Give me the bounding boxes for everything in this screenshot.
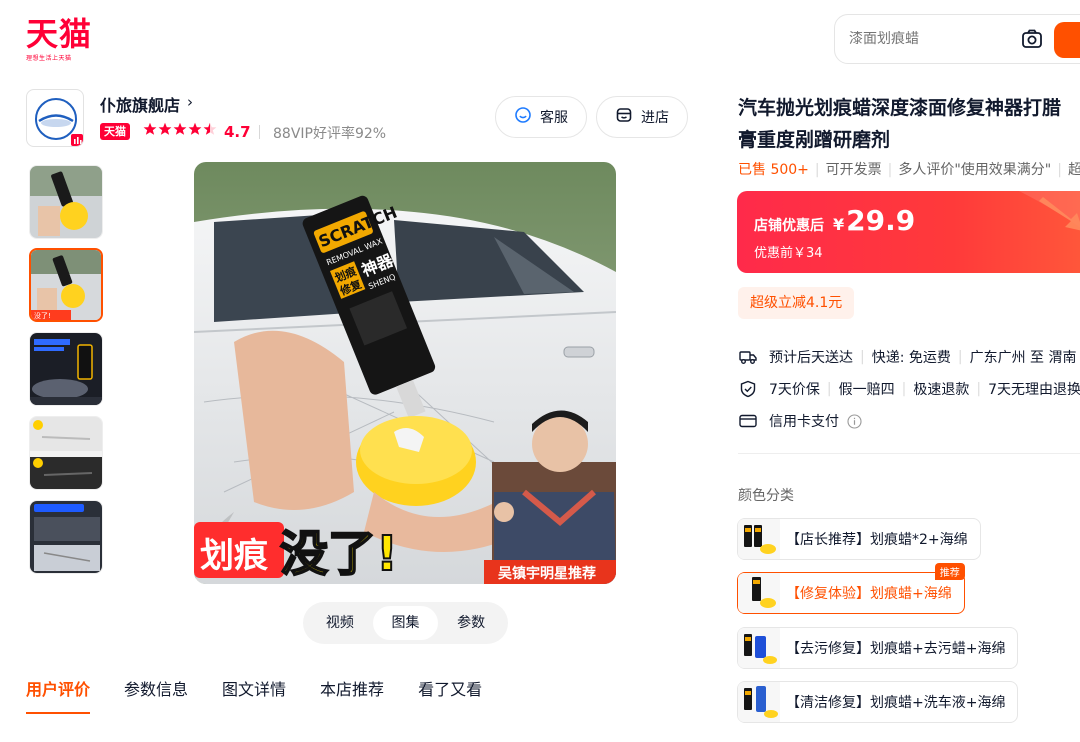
svg-text:没了!: 没了!	[34, 311, 51, 320]
tab-gallery[interactable]: 图集	[372, 606, 439, 640]
star-icon	[173, 122, 187, 135]
search-button[interactable]	[1054, 22, 1080, 58]
price-box: 店铺优惠后 ¥29.9 优惠前￥34	[737, 191, 1080, 273]
divider	[738, 453, 1080, 454]
nav-see-more[interactable]: 看了又看	[418, 676, 482, 714]
customer-service-button[interactable]: 客服	[495, 96, 587, 138]
price-amount: 29.9	[846, 204, 916, 237]
search-input[interactable]	[849, 31, 1009, 47]
sku-label: 【店长推荐】划痕蜡*2+海绵	[786, 532, 968, 548]
nav-detail-images[interactable]: 图文详情	[222, 676, 286, 714]
tab-video[interactable]: 视频	[307, 606, 373, 640]
tab-params[interactable]: 参数	[438, 606, 504, 640]
sku-option-3[interactable]: 【去污修复】划痕蜡+去污蜡+海绵	[737, 627, 1019, 669]
rating-stars	[143, 121, 219, 141]
more-text: 超	[1067, 162, 1080, 178]
product-title: 汽车抛光划痕蜡深度漆面修复神器打腊 膏重度剐蹭研磨剂	[738, 92, 1080, 156]
sku-option-2[interactable]: 【修复体验】划痕蜡+海绵 推荐	[737, 563, 965, 614]
star-icon	[188, 122, 202, 135]
main-product-image[interactable]: SCRATCH REMOVAL WAX 划痕 修复 神器 SHENQ 划痕 没了…	[194, 162, 616, 584]
sku-label: 【修复体验】划痕蜡+海绵	[786, 586, 952, 602]
color-category-label: 颜色分类	[738, 488, 794, 504]
tmall-logo[interactable]: 天猫 理想生活上天猫	[26, 16, 98, 64]
star-icon	[158, 122, 172, 135]
thumbnail-3[interactable]	[29, 332, 103, 406]
endorser-text: 吴镇宇明星推荐	[498, 565, 596, 582]
payment-text: 信用卡支付	[769, 414, 839, 430]
vip-rating-text: 88VIP好评率92%	[273, 126, 387, 142]
shield-icon	[738, 379, 758, 399]
customer-service-label: 客服	[540, 110, 568, 126]
enter-shop-label: 进店	[641, 110, 669, 126]
logo-slogan: 理想生活上天猫	[26, 55, 72, 62]
star-icon	[143, 122, 157, 135]
search-bar	[834, 14, 1080, 64]
camera-icon[interactable]	[1021, 28, 1043, 50]
nav-user-reviews[interactable]: 用户评价	[26, 676, 91, 714]
thumbnail-2[interactable]: 没了!	[29, 248, 103, 322]
payment-row[interactable]: 信用卡支付	[738, 411, 862, 431]
delivery-eta: 预计后天送达	[769, 350, 853, 366]
product-title-line2: 膏重度剐蹭研磨剂	[738, 129, 891, 151]
price-arrow-icon	[1019, 191, 1080, 231]
currency-symbol: ¥	[833, 215, 845, 234]
shop-rating: 4.7	[224, 123, 251, 141]
price-label: 店铺优惠后	[754, 218, 824, 234]
shipping-route: 广东广州 至 渭南	[969, 350, 1077, 366]
guarantee-4: 7天无理由退换	[988, 382, 1080, 398]
sku-option-1[interactable]: 【店长推荐】划痕蜡*2+海绵	[737, 518, 981, 560]
thumbnail-4[interactable]	[29, 416, 103, 490]
guarantee-3: 极速退款	[913, 382, 970, 398]
sku-thumbnail	[738, 519, 780, 559]
detail-nav: 用户评价 参数信息 图文详情 本店推荐 看了又看	[26, 676, 482, 714]
product-title-line1: 汽车抛光划痕蜡深度漆面修复神器打腊	[738, 97, 1062, 119]
truck-icon	[738, 347, 758, 367]
divider	[259, 125, 260, 139]
promo-tag: 超级立减4.1元	[738, 287, 855, 319]
sku-option-4[interactable]: 【清洁修复】划痕蜡+洗车液+海绵	[737, 681, 1019, 723]
delivery-row[interactable]: 预计后天送达 | 快递: 免运费 | 广东广州 至 渭南	[738, 347, 1077, 367]
recommend-badge: 推荐	[934, 563, 965, 580]
headline-left-text: 划痕	[200, 536, 269, 576]
chevron-right-icon[interactable]: ›	[187, 93, 193, 111]
sold-count: 已售 500+	[738, 162, 809, 178]
tmall-badge: 天猫	[100, 123, 130, 140]
sku-thumbnail	[738, 628, 780, 668]
guarantee-1: 7天价保	[769, 382, 820, 398]
sku-label: 【去污修复】划痕蜡+去污蜡+海绵	[786, 641, 1006, 657]
headset-icon	[514, 106, 532, 128]
info-icon[interactable]	[847, 413, 862, 429]
nav-shop-recommend[interactable]: 本店推荐	[320, 676, 384, 714]
sku-thumbnail	[738, 682, 780, 722]
guarantee-row[interactable]: 7天价保 | 假一赔四 | 极速退款 | 7天无理由退换	[738, 379, 1080, 399]
shop-logo[interactable]	[26, 89, 84, 147]
sku-label: 【清洁修复】划痕蜡+洗车液+海绵	[786, 695, 1006, 711]
sku-thumbnail	[738, 573, 780, 613]
review-tag[interactable]: 多人评价"使用效果满分"	[898, 162, 1051, 178]
logo-text: 天猫	[26, 15, 93, 53]
price-value: ¥29.9	[833, 204, 915, 237]
shipping-fee: 快递: 免运费	[871, 350, 951, 366]
headline-right-text: 没了!	[280, 526, 398, 582]
invoice-text: 可开发票	[825, 162, 882, 178]
credit-card-icon	[738, 411, 758, 431]
sales-info-row: 已售 500+ | 可开发票 | 多人评价"使用效果满分" | 超	[738, 162, 1080, 178]
guarantee-2: 假一赔四	[838, 382, 895, 398]
enter-shop-button[interactable]: 进店	[596, 96, 688, 138]
shop-name[interactable]: 仆旅旗舰店	[100, 92, 180, 116]
media-tabs: 视频 图集 参数	[303, 602, 508, 644]
original-price: 优惠前￥34	[754, 246, 823, 261]
store-icon	[615, 106, 633, 128]
thumbnail-5[interactable]	[29, 500, 103, 574]
thumbnail-1[interactable]	[29, 165, 103, 239]
star-icon	[203, 122, 217, 135]
nav-param-info[interactable]: 参数信息	[124, 676, 188, 714]
